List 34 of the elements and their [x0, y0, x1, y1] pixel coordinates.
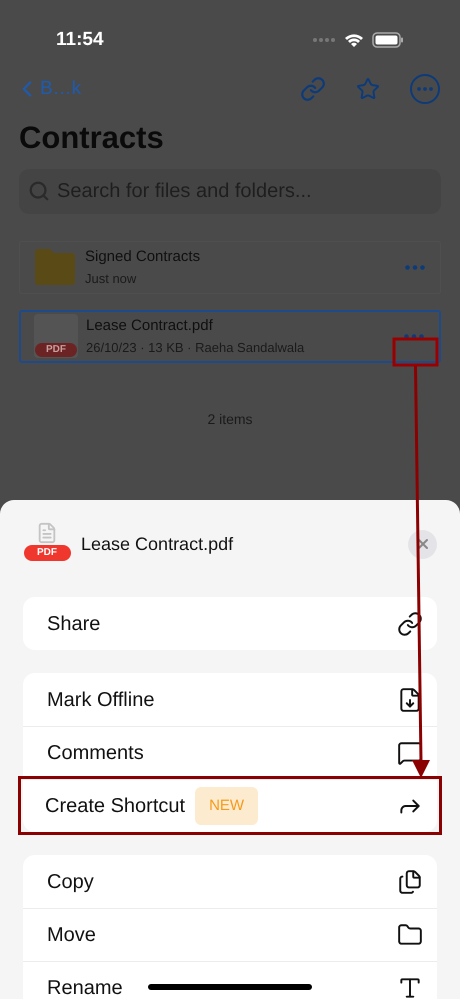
link-icon[interactable]: [300, 76, 326, 102]
menu-item-label: Comments: [47, 741, 144, 766]
ellipsis-icon: [405, 264, 425, 270]
copy-icon: [397, 868, 423, 894]
highlight-frame: [392, 338, 438, 366]
menu-item[interactable]: Copy: [23, 855, 437, 908]
menu-item[interactable]: Share: [23, 597, 437, 650]
file-name: Lease Contract.pdf: [86, 316, 214, 336]
more-button[interactable]: [410, 74, 440, 104]
menu-item[interactable]: Move: [23, 908, 437, 961]
wifi-icon: [344, 32, 364, 48]
star-icon[interactable]: [356, 77, 380, 101]
new-badge: NEW: [195, 786, 258, 826]
menu-item-label: Mark Offline: [47, 688, 154, 712]
menu-item-label: Create Shortcut: [45, 794, 186, 819]
menu-item-label: Rename: [47, 976, 123, 999]
file-name: Signed Contracts: [85, 247, 202, 267]
search-icon: [28, 180, 50, 202]
close-button[interactable]: [408, 530, 437, 558]
signal-icon: [312, 37, 336, 43]
sheet-file-name: Lease Contract.pdf: [81, 532, 234, 556]
ellipsis-icon: [417, 87, 433, 91]
menu-item-label: Share: [47, 612, 100, 636]
menu-item-label: Move: [47, 923, 96, 948]
pdf-file-icon: PDF: [34, 314, 78, 358]
menu-item[interactable]: Mark Offline: [23, 673, 437, 726]
ellipsis-icon: [404, 334, 424, 338]
folder-icon: [33, 248, 77, 286]
battery-icon: [372, 32, 404, 48]
link-icon: [397, 610, 423, 636]
status-time: 11:54: [56, 28, 104, 52]
menu-item-label: Copy: [47, 870, 94, 894]
page-title: Contracts: [18, 119, 165, 157]
menu-item[interactable]: Create Shortcut NEW: [21, 779, 439, 832]
